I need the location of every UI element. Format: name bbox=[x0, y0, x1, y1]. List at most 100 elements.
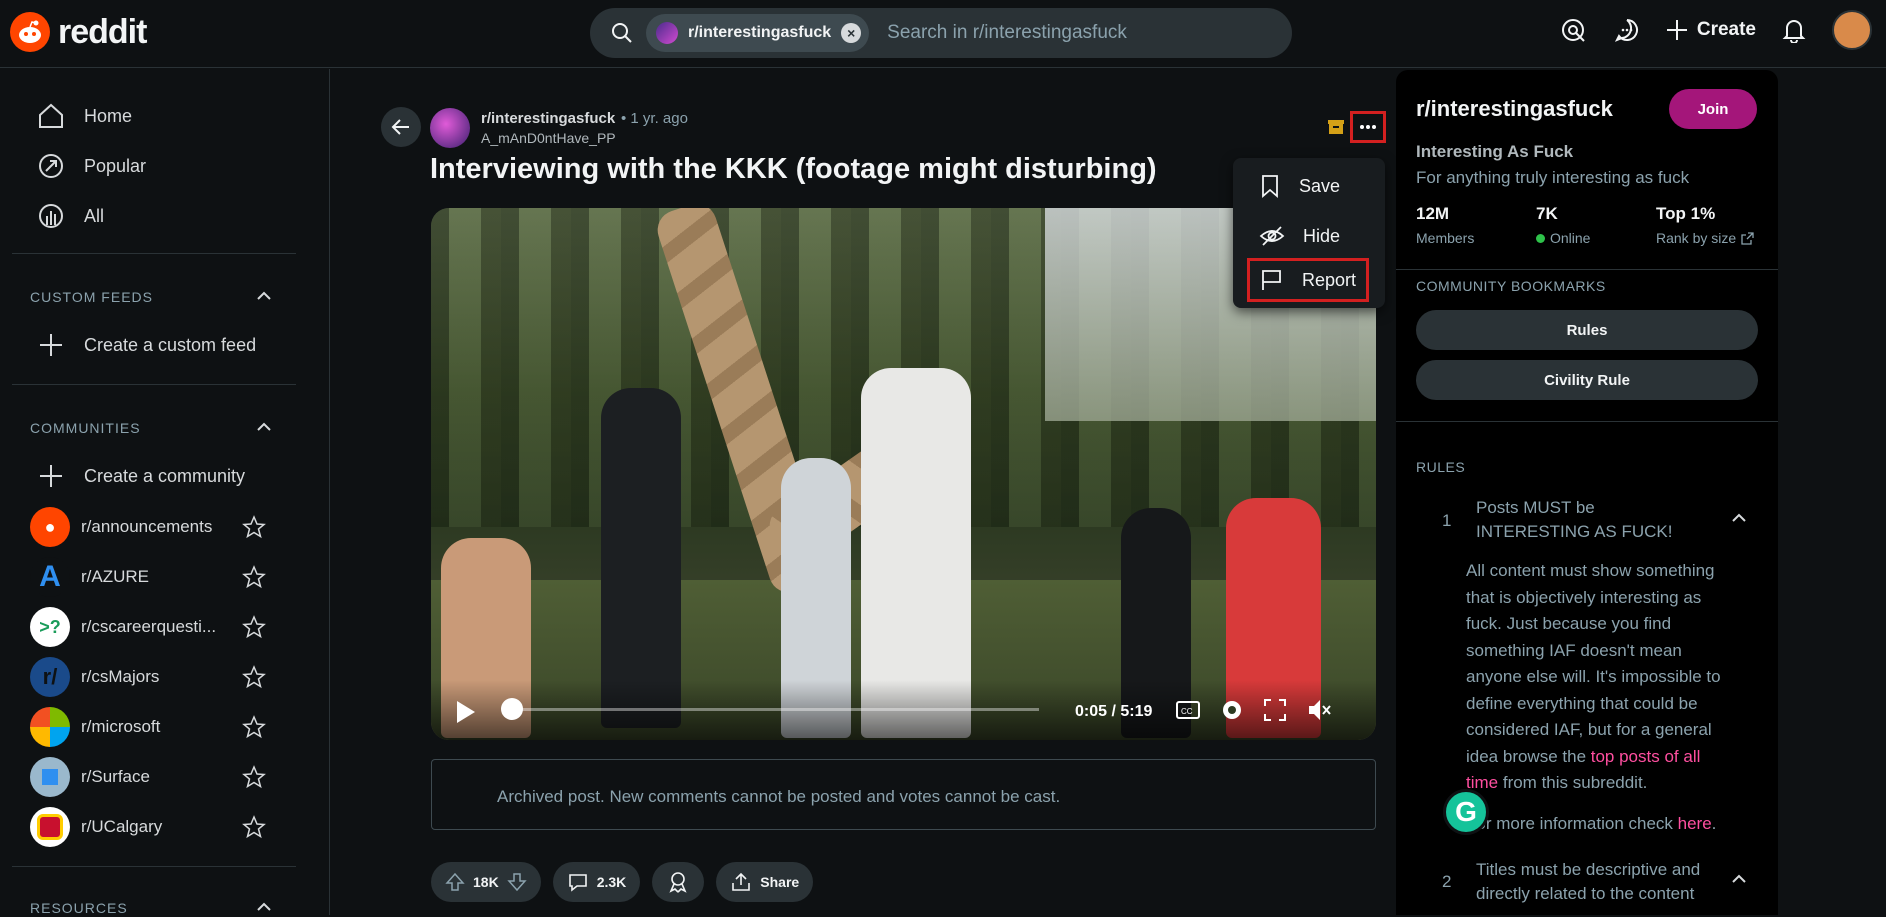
closed-captions-icon[interactable]: CC bbox=[1174, 696, 1202, 724]
award-button[interactable] bbox=[652, 862, 705, 902]
post-options-menu: Save Hide Report bbox=[1233, 158, 1385, 308]
members-label-text: Members bbox=[1416, 230, 1475, 246]
sidebar-item-popular[interactable]: Popular bbox=[36, 151, 146, 181]
star-icon[interactable] bbox=[242, 815, 266, 839]
create-button[interactable]: Create bbox=[1665, 18, 1756, 42]
video-scrubber-handle[interactable] bbox=[501, 698, 523, 720]
vote-count: 18K bbox=[473, 874, 499, 890]
more-options-button[interactable] bbox=[1350, 111, 1386, 143]
post-subreddit-link[interactable]: r/interestingasfuck bbox=[481, 110, 615, 127]
join-button[interactable]: Join bbox=[1669, 89, 1757, 129]
home-icon bbox=[39, 103, 63, 128]
menu-item-label: Report bbox=[1302, 269, 1357, 290]
grammarly-icon[interactable]: G bbox=[1443, 789, 1489, 835]
reddit-wordmark: reddit bbox=[58, 12, 147, 51]
star-icon[interactable] bbox=[242, 715, 266, 739]
upvote-icon[interactable] bbox=[445, 872, 465, 892]
search-subreddit-chip[interactable]: r/interestingasfuck × bbox=[646, 14, 870, 52]
sidebar-item-microsoft[interactable]: r/microsoft bbox=[30, 707, 270, 747]
star-icon[interactable] bbox=[242, 665, 266, 689]
community-avatar bbox=[30, 757, 70, 797]
menu-item-report[interactable]: Report bbox=[1247, 258, 1369, 302]
popular-icon bbox=[39, 154, 63, 178]
star-icon[interactable] bbox=[242, 515, 266, 539]
rule-more-link[interactable]: here bbox=[1678, 814, 1712, 833]
rule-title[interactable]: Titles must be descriptive and directly … bbox=[1476, 858, 1706, 906]
subreddit-avatar bbox=[656, 22, 678, 44]
left-sidebar: Home Popular All CUSTOM FEEDS Create a c… bbox=[0, 69, 330, 917]
sidebar-item-surface[interactable]: r/Surface bbox=[30, 757, 270, 797]
resources-heading[interactable]: RESOURCES bbox=[30, 900, 128, 916]
star-icon[interactable] bbox=[242, 765, 266, 789]
chip-close-icon[interactable]: × bbox=[841, 23, 862, 43]
create-custom-feed-button[interactable]: Create a custom feed bbox=[36, 330, 256, 360]
menu-item-hide[interactable]: Hide bbox=[1233, 214, 1385, 258]
downvote-icon[interactable] bbox=[507, 872, 527, 892]
comments-button[interactable]: 2.3K bbox=[552, 862, 641, 902]
bookmark-rules-button[interactable]: Rules bbox=[1416, 310, 1758, 350]
chevron-up-icon[interactable] bbox=[1729, 869, 1749, 889]
chevron-up-icon[interactable] bbox=[254, 417, 274, 437]
members-count: 12M bbox=[1416, 204, 1450, 223]
create-custom-feed-label: Create a custom feed bbox=[84, 334, 257, 355]
sidebar-item-csmajors[interactable]: r/ r/csMajors bbox=[30, 657, 270, 697]
sidebar-item-cscareerquestions[interactable]: >? r/cscareerquesti... bbox=[30, 607, 270, 647]
sidebar-divider bbox=[12, 384, 296, 385]
community-label: r/cscareerquesti... bbox=[81, 617, 217, 636]
communities-heading[interactable]: COMMUNITIES bbox=[30, 420, 141, 436]
community-avatar bbox=[30, 707, 70, 747]
rule-body-text: All content must show something that is … bbox=[1466, 561, 1721, 766]
bookmark-civility-rule-button[interactable]: Civility Rule bbox=[1416, 360, 1758, 400]
search-bar[interactable]: r/interestingasfuck × bbox=[590, 8, 1292, 58]
chevron-up-icon[interactable] bbox=[254, 286, 274, 306]
user-avatar[interactable] bbox=[1832, 10, 1872, 50]
sidebar-item-azure[interactable]: A r/AZURE bbox=[30, 557, 270, 597]
settings-gear-icon[interactable] bbox=[1218, 696, 1246, 724]
create-community-button[interactable]: Create a community bbox=[36, 461, 245, 491]
rule-more-info: For more information check here. bbox=[1466, 814, 1716, 834]
subreddit-avatar[interactable] bbox=[430, 108, 470, 148]
advertise-icon[interactable] bbox=[1557, 14, 1589, 46]
sidebar-item-label: Home bbox=[84, 105, 133, 126]
chevron-up-icon[interactable] bbox=[1729, 508, 1749, 528]
rule-title[interactable]: Posts MUST be INTERESTING AS FUCK! bbox=[1476, 496, 1706, 544]
community-label: r/AZURE bbox=[81, 567, 149, 586]
play-icon[interactable] bbox=[451, 698, 479, 726]
post-author-link[interactable]: A_mAnD0ntHave_PP bbox=[481, 130, 616, 146]
back-button[interactable] bbox=[381, 107, 421, 147]
video-progress-bar[interactable] bbox=[509, 708, 1039, 711]
bookmark-icon bbox=[1262, 175, 1278, 198]
community-description: For anything truly interesting as fuck bbox=[1416, 168, 1690, 187]
reddit-logo[interactable]: reddit bbox=[10, 12, 147, 52]
notification-bell-icon[interactable] bbox=[1778, 14, 1810, 46]
arrow-left-icon bbox=[391, 119, 409, 135]
community-avatar bbox=[30, 807, 70, 847]
chevron-up-icon[interactable] bbox=[254, 897, 274, 917]
rank-label[interactable]: Rank by size bbox=[1656, 230, 1754, 246]
star-icon[interactable] bbox=[242, 615, 266, 639]
sidebar-item-ucalgary[interactable]: r/UCalgary bbox=[30, 807, 270, 847]
sidebar-item-label: Popular bbox=[84, 155, 147, 176]
community-title[interactable]: r/interestingasfuck bbox=[1416, 96, 1613, 122]
sidebar-item-home[interactable]: Home bbox=[36, 101, 132, 131]
rules-heading: RULES bbox=[1416, 459, 1466, 475]
eye-slash-icon bbox=[1259, 226, 1285, 246]
sidebar-divider bbox=[1396, 269, 1778, 270]
custom-feeds-heading[interactable]: CUSTOM FEEDS bbox=[30, 289, 153, 305]
video-time-readout: 0:05 / 5:19 bbox=[1075, 703, 1153, 720]
share-button[interactable]: Share bbox=[716, 862, 814, 902]
rank-value: Top 1% bbox=[1656, 204, 1716, 223]
comment-count: 2.3K bbox=[596, 874, 627, 890]
members-label: Members bbox=[1416, 230, 1474, 246]
chat-icon[interactable] bbox=[1611, 14, 1643, 46]
mute-icon[interactable] bbox=[1305, 696, 1333, 724]
search-input[interactable] bbox=[887, 22, 1248, 44]
star-icon[interactable] bbox=[242, 565, 266, 589]
sidebar-item-all[interactable]: All bbox=[36, 201, 104, 231]
search-chip-label: r/interestingasfuck bbox=[688, 24, 832, 41]
sidebar-item-announcements[interactable]: ● r/announcements bbox=[30, 507, 270, 547]
sidebar-divider bbox=[12, 253, 296, 254]
menu-item-save[interactable]: Save bbox=[1233, 164, 1385, 208]
fullscreen-icon[interactable] bbox=[1261, 696, 1289, 724]
community-label: r/microsoft bbox=[81, 717, 161, 736]
